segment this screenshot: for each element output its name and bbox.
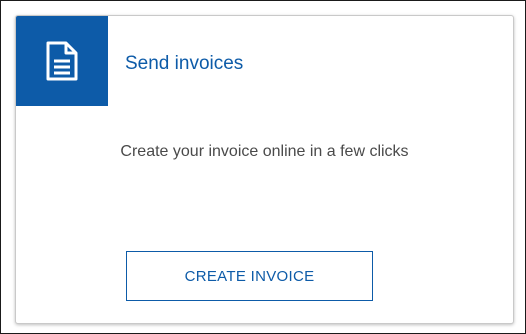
card-title: Send invoices <box>125 53 244 74</box>
screenshot-frame: Send invoices Create your invoice online… <box>0 0 526 334</box>
card-icon-tile <box>16 16 108 106</box>
card-description: Create your invoice online in a few clic… <box>120 143 409 160</box>
send-invoices-card: Send invoices Create your invoice online… <box>15 15 514 324</box>
document-icon <box>45 41 79 81</box>
create-invoice-button[interactable]: CREATE INVOICE <box>126 251 373 301</box>
